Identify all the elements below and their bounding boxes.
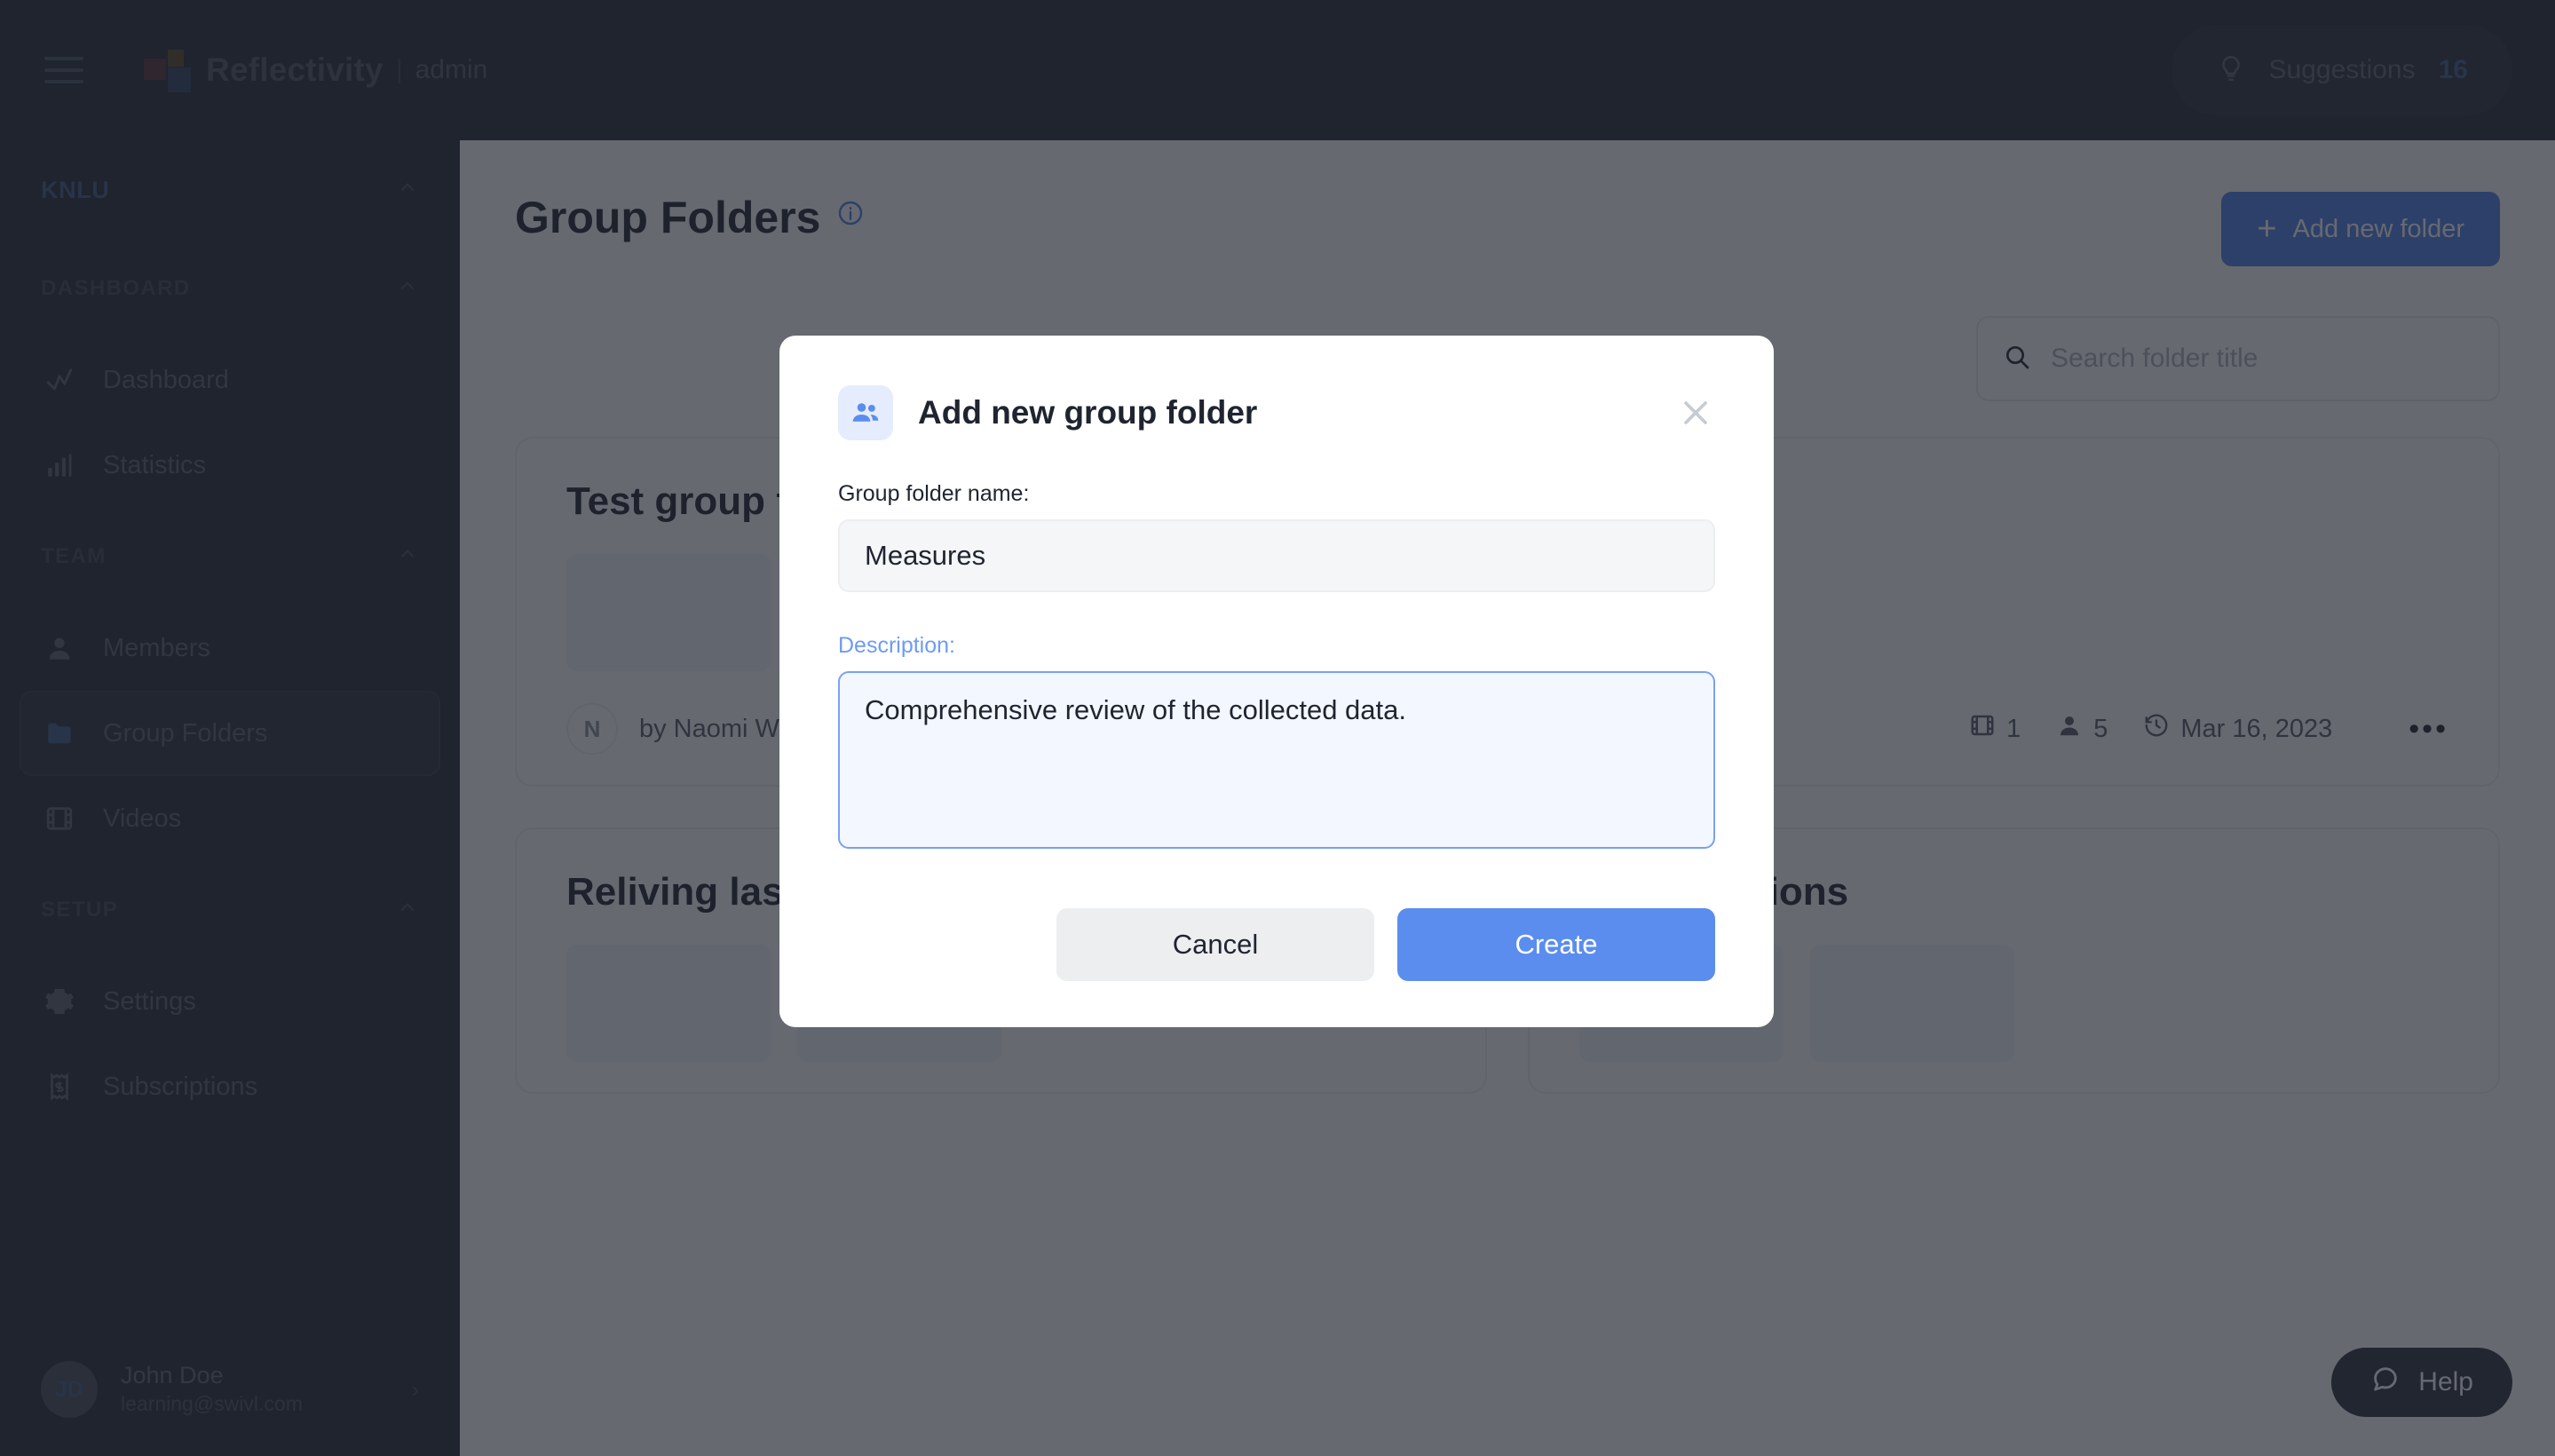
group-folder-name-field: Group folder name: [838,481,1715,592]
app-root: Reflectivity | admin Suggestions 16 KNLU [0,0,2555,1456]
description-textarea[interactable]: Comprehensive review of the collected da… [838,671,1715,849]
add-group-folder-dialog: Add new group folder Group folder name: … [779,336,1774,1027]
dialog-header: Add new group folder [838,385,1715,440]
close-icon[interactable] [1676,393,1715,432]
group-people-icon [838,385,893,440]
create-button[interactable]: Create [1397,908,1715,981]
dialog-title: Add new group folder [918,394,1258,431]
dialog-actions: Cancel Create [838,908,1715,981]
description-label: Description: [838,633,955,658]
description-field: Description: Comprehensive review of the… [838,633,1715,853]
cancel-button[interactable]: Cancel [1056,908,1374,981]
group-folder-name-label: Group folder name: [838,481,1030,506]
group-folder-name-input[interactable] [838,519,1715,592]
